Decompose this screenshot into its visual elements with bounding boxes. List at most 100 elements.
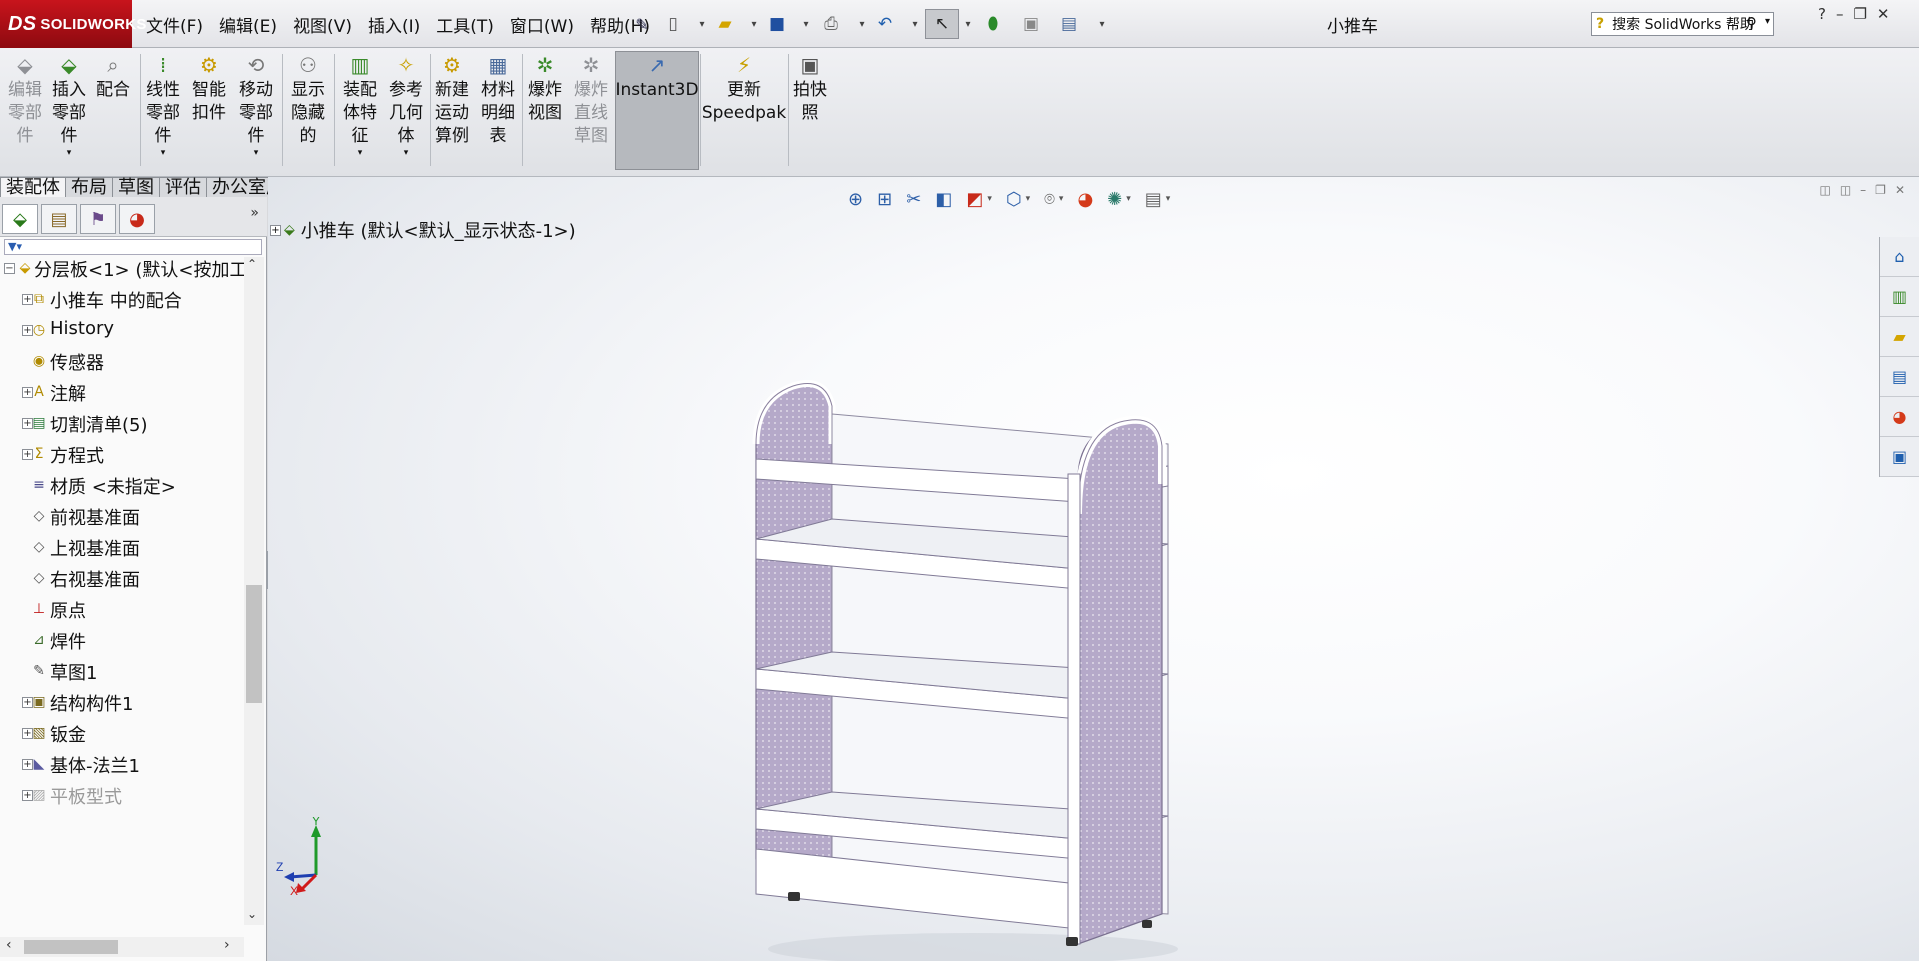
assembly-feature-button[interactable]: ▥ 装配 体特 征 ▾ xyxy=(338,52,382,158)
print-icon[interactable]: ⎙ xyxy=(820,9,842,39)
open-folder-icon[interactable]: ▰ xyxy=(714,9,736,39)
expand-toggle[interactable]: + xyxy=(270,224,281,236)
menu-edit[interactable]: 编辑(E) xyxy=(219,12,277,37)
tab-evaluate[interactable]: 评估 xyxy=(159,177,207,198)
tree-horizontal-scrollbar[interactable]: ‹ › xyxy=(0,937,244,957)
show-hidden-button[interactable]: ⚇ 显示 隐藏 的 xyxy=(286,52,330,148)
tree-item[interactable]: ◉ 传感器 xyxy=(0,346,244,377)
tree-item[interactable]: ◇ 前视基准面 xyxy=(0,501,244,532)
tree-item[interactable]: + ◷ History xyxy=(0,315,244,346)
select-arrow-icon[interactable]: ↖ xyxy=(925,9,959,39)
zoom-to-fit-icon[interactable]: ⊕ xyxy=(848,189,863,210)
menu-window[interactable]: 窗口(W) xyxy=(510,12,574,37)
dynamic-annotation-icon[interactable]: ◩ xyxy=(966,189,983,210)
view-settings-dropdown-icon[interactable]: ▾ xyxy=(1166,194,1171,204)
tile-horizontal-icon[interactable]: ◫ xyxy=(1819,183,1830,197)
bom-button[interactable]: ▦ 材料 明细 表 xyxy=(476,52,520,148)
previous-view-icon[interactable]: ✂ xyxy=(906,189,921,210)
scroll-thumb[interactable] xyxy=(246,585,262,703)
instant3d-button[interactable]: ↗ Instant3D xyxy=(615,52,698,102)
update-speedpak-button[interactable]: ⚡ 更新 Speedpak xyxy=(702,52,786,125)
tree-filter[interactable]: ▼▾ xyxy=(4,239,262,255)
cart-3d-model[interactable] xyxy=(748,354,1208,961)
tab-assembly[interactable]: 装配体 xyxy=(0,177,66,198)
tab-layout[interactable]: 布局 xyxy=(65,177,113,198)
new-document-icon[interactable]: ▯ xyxy=(664,9,682,39)
tree-item[interactable]: + ▣ 结构构件1 xyxy=(0,687,244,718)
restore-icon[interactable]: ❐ xyxy=(1853,5,1866,23)
print-dropdown-icon[interactable]: ▾ xyxy=(856,9,868,39)
property-manager-tab-icon[interactable]: ▤ xyxy=(41,204,77,234)
select-dropdown-icon[interactable]: ▾ xyxy=(962,9,974,39)
tree-item[interactable]: ✎ 草图1 xyxy=(0,656,244,687)
scroll-up-icon[interactable]: ⌃ xyxy=(247,257,257,271)
explode-line-sketch-button[interactable]: ✲ 爆炸 直线 草图 xyxy=(568,52,614,148)
scroll-right-icon[interactable]: › xyxy=(224,937,230,953)
tree-item[interactable]: + ⧉ 小推车 中的配合 xyxy=(0,284,244,315)
search-help-field[interactable]: ? 搜索 SolidWorks 帮助 ⚲ ▾ xyxy=(1591,12,1774,36)
rebuild-icon[interactable]: ⬮ xyxy=(982,9,1004,39)
smart-fastener-button[interactable]: ⚙ 智能 扣件 xyxy=(188,52,230,125)
display-manager-tab-icon[interactable]: ◕ xyxy=(119,204,155,234)
minimize-viewport-icon[interactable]: – xyxy=(1860,183,1866,197)
dynamic-annotation-dropdown-icon[interactable]: ▾ xyxy=(987,194,992,204)
tree-item[interactable]: + ▨ 平板型式 xyxy=(0,780,244,811)
chevron-down-icon[interactable]: ▾ xyxy=(358,148,363,158)
file-explorer-icon[interactable]: ▰ xyxy=(1880,317,1919,357)
graphics-area[interactable]: ⊕ ⊞ ✂ ◧ ◩ ▾ ⬡ ▾ ⌾ ▾ ◕ ✺ ▾ ▤ ▾ ◫ ◫ – ❐ ✕ … xyxy=(268,177,1919,961)
close-icon[interactable]: ✕ xyxy=(1877,5,1890,23)
tree-item[interactable]: ⊥ 原点 xyxy=(0,594,244,625)
help-icon[interactable]: ? xyxy=(1818,5,1826,23)
mate-button[interactable]: ⌕ 配合 xyxy=(92,52,134,102)
tree-vertical-scrollbar[interactable]: ⌃ ⌄ xyxy=(244,257,264,925)
insert-component-button[interactable]: ⬙ 插入 零部 件 ▾ xyxy=(48,52,90,158)
assembly-root-node[interactable]: + ⬙ 小推车 (默认<默认_显示状态-1>) xyxy=(270,217,576,243)
tree-item[interactable]: ≡ 材质 <未指定> xyxy=(0,470,244,501)
chevron-right-icon[interactable]: » xyxy=(250,205,259,221)
tree-item[interactable]: ◇ 右视基准面 xyxy=(0,563,244,594)
scroll-left-icon[interactable]: ‹ xyxy=(6,937,12,953)
view-orientation-icon[interactable]: ⬡ xyxy=(1006,189,1022,210)
search-icon[interactable]: ⚲ xyxy=(1746,14,1757,32)
tab-sketch[interactable]: 草图 xyxy=(112,177,160,198)
move-component-button[interactable]: ⟲ 移动 零部 件 ▾ xyxy=(234,52,278,158)
tree-item[interactable]: − ⬙ 分层板<1> (默认<按加工 xyxy=(0,257,244,284)
hscroll-thumb[interactable] xyxy=(24,940,118,954)
save-dropdown-icon[interactable]: ▾ xyxy=(800,9,812,39)
restore-viewport-icon[interactable]: ❐ xyxy=(1875,183,1886,197)
menu-insert[interactable]: 插入(I) xyxy=(368,12,420,37)
edit-component-button[interactable]: ⬙ 编辑 零部 件 xyxy=(4,52,46,148)
reference-geometry-button[interactable]: ✧ 参考 几何 体 ▾ xyxy=(384,52,428,158)
tile-vertical-icon[interactable]: ◫ xyxy=(1840,183,1851,197)
apply-scene-dropdown-icon[interactable]: ▾ xyxy=(1126,194,1131,204)
tree-item[interactable]: ⊿ 焊件 xyxy=(0,625,244,656)
tree-item[interactable]: + ◣ 基体-法兰1 xyxy=(0,749,244,780)
zoom-to-area-icon[interactable]: ⊞ xyxy=(877,189,892,210)
design-library-icon[interactable]: ▥ xyxy=(1880,277,1919,317)
section-view-icon[interactable]: ◧ xyxy=(935,189,952,210)
new-dropdown-icon[interactable]: ▾ xyxy=(696,9,708,39)
save-icon[interactable]: ■ xyxy=(766,9,788,39)
tree-item[interactable]: + ▧ 钣金 xyxy=(0,718,244,749)
snapshot-button[interactable]: ▣ 拍快 照 xyxy=(790,52,830,125)
tree-item[interactable]: + Σ 方程式 xyxy=(0,439,244,470)
appearances-icon[interactable]: ◕ xyxy=(1880,397,1919,437)
menu-tools[interactable]: 工具(T) xyxy=(436,12,494,37)
minimize-icon[interactable]: – xyxy=(1836,5,1844,23)
apply-scene-icon[interactable]: ✺ xyxy=(1107,189,1122,210)
tree-item[interactable]: + A 注解 xyxy=(0,377,244,408)
menu-view[interactable]: 视图(V) xyxy=(293,12,352,37)
options-dropdown-icon[interactable]: ▾ xyxy=(1096,9,1108,39)
solidworks-resources-icon[interactable]: ⌂ xyxy=(1880,237,1919,277)
file-properties-icon[interactable]: ▣ xyxy=(1020,9,1042,39)
expand-toggle[interactable]: − xyxy=(4,263,15,274)
undo-dropdown-icon[interactable]: ▾ xyxy=(909,9,921,39)
close-viewport-icon[interactable]: ✕ xyxy=(1895,183,1905,197)
undo-icon[interactable]: ↶ xyxy=(874,9,896,39)
pin-icon[interactable]: ✎ xyxy=(632,9,652,39)
view-settings-icon[interactable]: ▤ xyxy=(1145,189,1162,210)
open-dropdown-icon[interactable]: ▾ xyxy=(748,9,760,39)
display-style-dropdown-icon[interactable]: ▾ xyxy=(1059,194,1064,204)
chevron-down-icon[interactable]: ▾ xyxy=(161,148,166,158)
view-orientation-dropdown-icon[interactable]: ▾ xyxy=(1026,194,1031,204)
